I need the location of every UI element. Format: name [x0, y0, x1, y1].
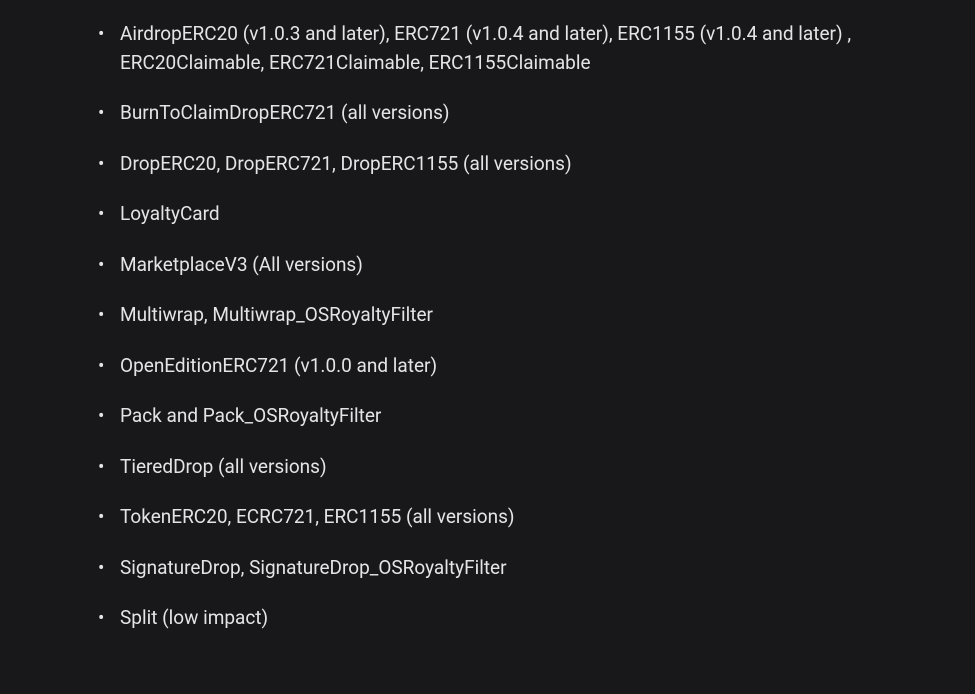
list-item: TokenERC20, ECRC721, ERC1155 (all versio… [90, 503, 935, 532]
list-item: AirdropERC20 (v1.0.3 and later), ERC721 … [90, 20, 935, 77]
list-item: Pack and Pack_OSRoyaltyFilter [90, 402, 935, 431]
contract-list: AirdropERC20 (v1.0.3 and later), ERC721 … [90, 20, 935, 633]
list-item: OpenEditionERC721 (v1.0.0 and later) [90, 352, 935, 381]
list-item: SignatureDrop, SignatureDrop_OSRoyaltyFi… [90, 554, 935, 583]
list-item: MarketplaceV3 (All versions) [90, 251, 935, 280]
list-item: DropERC20, DropERC721, DropERC1155 (all … [90, 150, 935, 179]
list-item: Multiwrap, Multiwrap_OSRoyaltyFilter [90, 301, 935, 330]
list-item: BurnToClaimDropERC721 (all versions) [90, 99, 935, 128]
list-item: Split (low impact) [90, 604, 935, 633]
list-item: LoyaltyCard [90, 200, 935, 229]
list-item: TieredDrop (all versions) [90, 453, 935, 482]
